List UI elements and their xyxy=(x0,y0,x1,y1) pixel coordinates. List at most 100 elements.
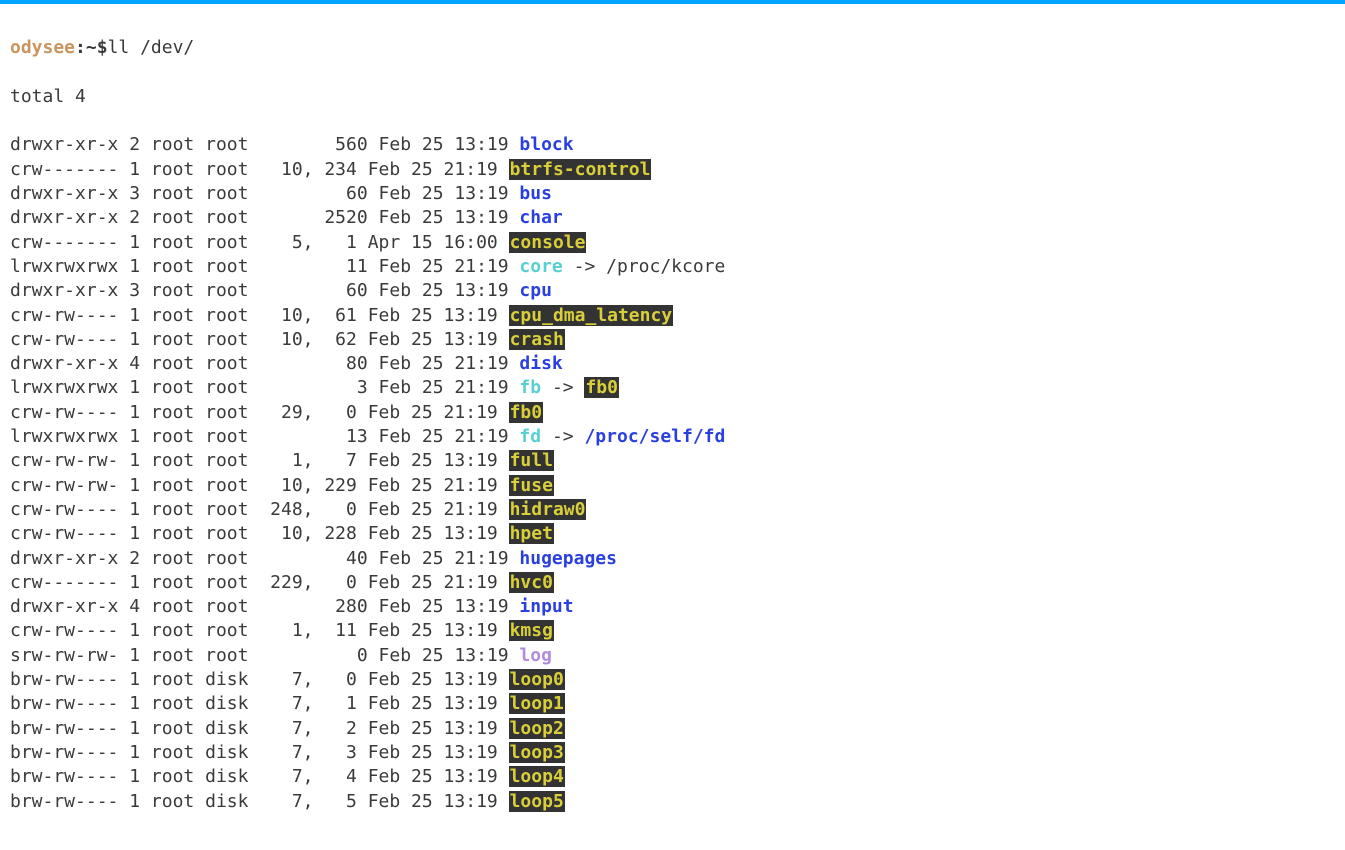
symlink-target: fb0 xyxy=(584,377,619,398)
file-name: hugepages xyxy=(519,548,617,569)
prompt-dollar: $ xyxy=(97,37,108,58)
group-col: root xyxy=(205,426,248,447)
listing-row: crw-rw-rw- 1 root root 10, 229 Feb 25 21… xyxy=(10,474,1335,498)
size-col: 7, 5 xyxy=(259,791,357,812)
file-name: hidraw0 xyxy=(509,499,587,520)
links-col: 1 xyxy=(129,159,140,180)
date-col: Feb 25 13:19 xyxy=(368,693,498,714)
owner-col: root xyxy=(151,280,194,301)
owner-col: root xyxy=(151,377,194,398)
links-col: 1 xyxy=(129,499,140,520)
size-col: 1, 11 xyxy=(259,620,357,641)
links-col: 3 xyxy=(129,280,140,301)
group-col: root xyxy=(205,572,248,593)
perm-col: crw-rw---- xyxy=(10,523,118,544)
perm-col: drwxr-xr-x xyxy=(10,280,118,301)
listing-row: crw-rw-rw- 1 root root 1, 7 Feb 25 13:19… xyxy=(10,449,1335,473)
perm-col: drwxr-xr-x xyxy=(10,548,118,569)
perm-col: drwxr-xr-x xyxy=(10,353,118,374)
file-name: loop4 xyxy=(509,766,565,787)
date-col: Feb 25 13:19 xyxy=(368,791,498,812)
listing-row: crw-rw---- 1 root root 1, 11 Feb 25 13:1… xyxy=(10,619,1335,643)
prompt-user: odysee xyxy=(10,37,75,58)
size-col: 248, 0 xyxy=(259,499,357,520)
perm-col: srw-rw-rw- xyxy=(10,645,118,666)
listing-row: crw------- 1 root root 10, 234 Feb 25 21… xyxy=(10,158,1335,182)
date-col: Apr 15 16:00 xyxy=(368,232,498,253)
size-col: 7, 4 xyxy=(259,766,357,787)
links-col: 4 xyxy=(129,353,140,374)
prompt-separator: : xyxy=(75,37,86,58)
date-col: Feb 25 13:19 xyxy=(379,183,509,204)
group-col: disk xyxy=(205,766,248,787)
file-name: block xyxy=(519,134,573,155)
listing-rows: drwxr-xr-x 2 root root 560 Feb 25 13:19 … xyxy=(10,133,1335,813)
listing-row: srw-rw-rw- 1 root root 0 Feb 25 13:19 lo… xyxy=(10,644,1335,668)
group-col: root xyxy=(205,232,248,253)
listing-row: crw-rw---- 1 root root 10, 61 Feb 25 13:… xyxy=(10,304,1335,328)
listing-row: drwxr-xr-x 2 root root 560 Feb 25 13:19 … xyxy=(10,133,1335,157)
listing-row: drwxr-xr-x 3 root root 60 Feb 25 13:19 c… xyxy=(10,279,1335,303)
size-col: 7, 3 xyxy=(259,742,357,763)
date-col: Feb 25 21:19 xyxy=(379,353,509,374)
owner-col: root xyxy=(151,426,194,447)
group-col: root xyxy=(205,134,248,155)
owner-col: root xyxy=(151,766,194,787)
size-col: 10, 229 xyxy=(259,475,357,496)
owner-col: root xyxy=(151,620,194,641)
perm-col: drwxr-xr-x xyxy=(10,183,118,204)
file-name: hpet xyxy=(509,523,554,544)
owner-col: root xyxy=(151,669,194,690)
perm-col: drwxr-xr-x xyxy=(10,207,118,228)
perm-col: crw-rw---- xyxy=(10,499,118,520)
symlink-target: /proc/self/fd xyxy=(584,426,725,447)
size-col: 280 xyxy=(259,596,367,617)
links-col: 1 xyxy=(129,450,140,471)
perm-col: crw------- xyxy=(10,159,118,180)
symlink-target: /proc/kcore xyxy=(606,256,725,277)
perm-col: brw-rw---- xyxy=(10,718,118,739)
file-name: fb0 xyxy=(509,402,544,423)
listing-row: brw-rw---- 1 root disk 7, 0 Feb 25 13:19… xyxy=(10,668,1335,692)
owner-col: root xyxy=(151,207,194,228)
prompt-line[interactable]: odysee:~$ll /dev/ xyxy=(10,36,1335,60)
size-col: 10, 61 xyxy=(259,305,357,326)
size-col: 7, 0 xyxy=(259,669,357,690)
links-col: 1 xyxy=(129,620,140,641)
size-col: 7, 2 xyxy=(259,718,357,739)
date-col: Feb 25 21:19 xyxy=(368,572,498,593)
owner-col: root xyxy=(151,548,194,569)
links-col: 1 xyxy=(129,669,140,690)
owner-col: root xyxy=(151,305,194,326)
listing-row: brw-rw---- 1 root disk 7, 3 Feb 25 13:19… xyxy=(10,741,1335,765)
owner-col: root xyxy=(151,718,194,739)
links-col: 1 xyxy=(129,256,140,277)
group-col: root xyxy=(205,159,248,180)
listing-row: lrwxrwxrwx 1 root root 3 Feb 25 21:19 fb… xyxy=(10,376,1335,400)
perm-col: crw-rw---- xyxy=(10,305,118,326)
owner-col: root xyxy=(151,572,194,593)
terminal-output[interactable]: odysee:~$ll /dev/ total 4 drwxr-xr-x 2 r… xyxy=(0,4,1345,850)
file-name: crash xyxy=(509,329,565,350)
date-col: Feb 25 13:19 xyxy=(368,766,498,787)
links-col: 1 xyxy=(129,718,140,739)
owner-col: root xyxy=(151,475,194,496)
size-col: 5, 1 xyxy=(259,232,357,253)
file-name: loop3 xyxy=(509,742,565,763)
group-col: root xyxy=(205,207,248,228)
perm-col: drwxr-xr-x xyxy=(10,134,118,155)
symlink-arrow: -> xyxy=(563,256,606,277)
perm-col: drwxr-xr-x xyxy=(10,596,118,617)
file-name: cpu xyxy=(519,280,552,301)
date-col: Feb 25 13:19 xyxy=(379,280,509,301)
owner-col: root xyxy=(151,645,194,666)
perm-col: crw-rw-rw- xyxy=(10,475,118,496)
perm-col: crw-rw---- xyxy=(10,402,118,423)
date-col: Feb 25 13:19 xyxy=(368,450,498,471)
links-col: 1 xyxy=(129,402,140,423)
date-col: Feb 25 21:19 xyxy=(368,402,498,423)
date-col: Feb 25 13:19 xyxy=(379,134,509,155)
file-name: full xyxy=(509,450,554,471)
group-col: root xyxy=(205,280,248,301)
size-col: 3 xyxy=(259,377,367,398)
